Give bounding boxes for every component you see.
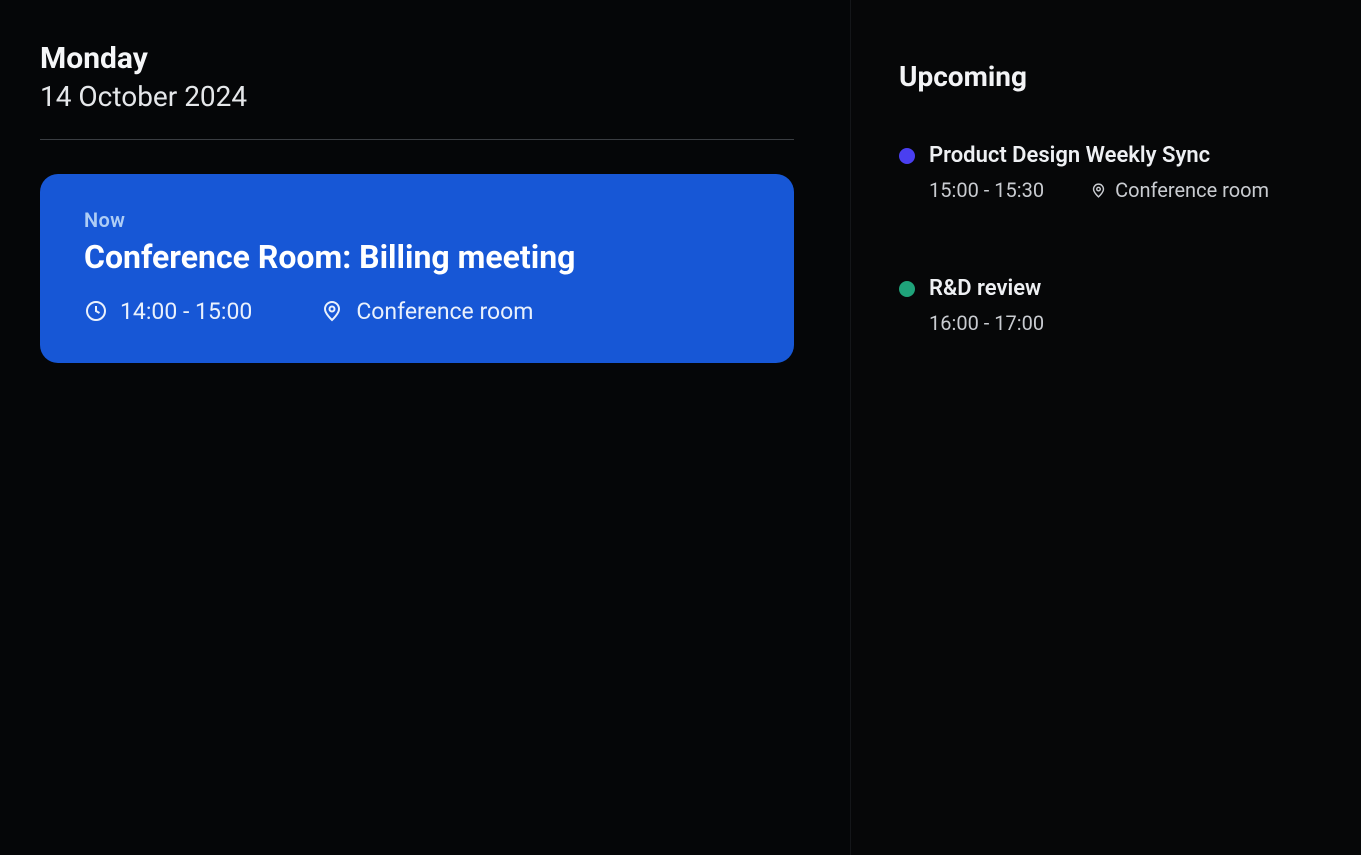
location-pin-icon [1090, 182, 1107, 199]
date-header: Monday 14 October 2024 [40, 40, 794, 113]
upcoming-event-title: Product Design Weekly Sync [929, 143, 1210, 168]
current-meeting-time: 14:00 - 15:00 [84, 298, 252, 325]
upcoming-event-meta: 16:00 - 17:00 [929, 311, 1319, 335]
upcoming-title: Upcoming [899, 60, 1319, 93]
current-meeting-location: Conference room [320, 298, 533, 325]
upcoming-event-time: 15:00 - 15:30 [929, 178, 1044, 202]
header-divider [40, 139, 794, 140]
clock-icon [84, 299, 108, 323]
current-meeting-meta: 14:00 - 15:00 Conference room [84, 298, 750, 325]
upcoming-sidebar: Upcoming Product Design Weekly Sync 15:0… [850, 0, 1361, 855]
upcoming-event-meta: 15:00 - 15:30 Conference room [929, 178, 1319, 202]
current-meeting-time-text: 14:00 - 15:00 [120, 298, 252, 325]
main-panel: Monday 14 October 2024 Now Conference Ro… [0, 0, 850, 855]
day-of-week: Monday [40, 40, 794, 78]
full-date: 14 October 2024 [40, 80, 794, 113]
upcoming-event-time: 16:00 - 17:00 [929, 311, 1044, 335]
location-pin-icon [320, 299, 344, 323]
current-meeting-title: Conference Room: Billing meeting [84, 238, 750, 276]
upcoming-event-header: R&D review [899, 276, 1319, 301]
now-label: Now [84, 208, 750, 232]
upcoming-event-location: Conference room [1090, 178, 1269, 202]
event-color-dot [899, 281, 915, 297]
upcoming-event-location-text: Conference room [1115, 178, 1269, 202]
upcoming-event-title: R&D review [929, 276, 1041, 301]
current-meeting-card[interactable]: Now Conference Room: Billing meeting 14:… [40, 174, 794, 363]
upcoming-event[interactable]: R&D review 16:00 - 17:00 [899, 276, 1319, 335]
current-meeting-location-text: Conference room [356, 298, 533, 325]
event-color-dot [899, 148, 915, 164]
upcoming-event-header: Product Design Weekly Sync [899, 143, 1319, 168]
upcoming-event[interactable]: Product Design Weekly Sync 15:00 - 15:30… [899, 143, 1319, 202]
